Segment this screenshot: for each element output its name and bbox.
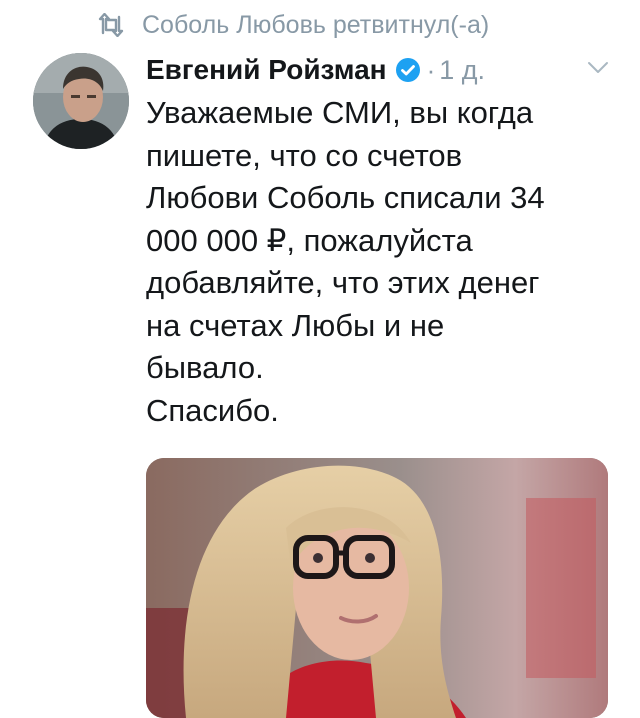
verified-badge-icon: [395, 57, 421, 83]
chevron-down-icon[interactable]: [586, 58, 610, 78]
retweet-icon: [96, 12, 126, 38]
retweet-label: Соболь Любовь ретвитнул(-а): [142, 10, 490, 39]
tweet-text: Уважаемые СМИ, вы когда пишете, что со с…: [146, 95, 545, 428]
tweet-timestamp[interactable]: 1 д.: [439, 55, 485, 86]
tweet-header: Евгений Ройзман · 1 д.: [146, 50, 610, 90]
tweet-photo[interactable]: [146, 458, 608, 718]
author-name[interactable]: Евгений Ройзман: [146, 54, 387, 86]
retweet-context[interactable]: Соболь Любовь ретвитнул(-а): [96, 8, 489, 42]
avatar[interactable]: [33, 53, 129, 149]
time-separator: ·: [426, 54, 436, 85]
